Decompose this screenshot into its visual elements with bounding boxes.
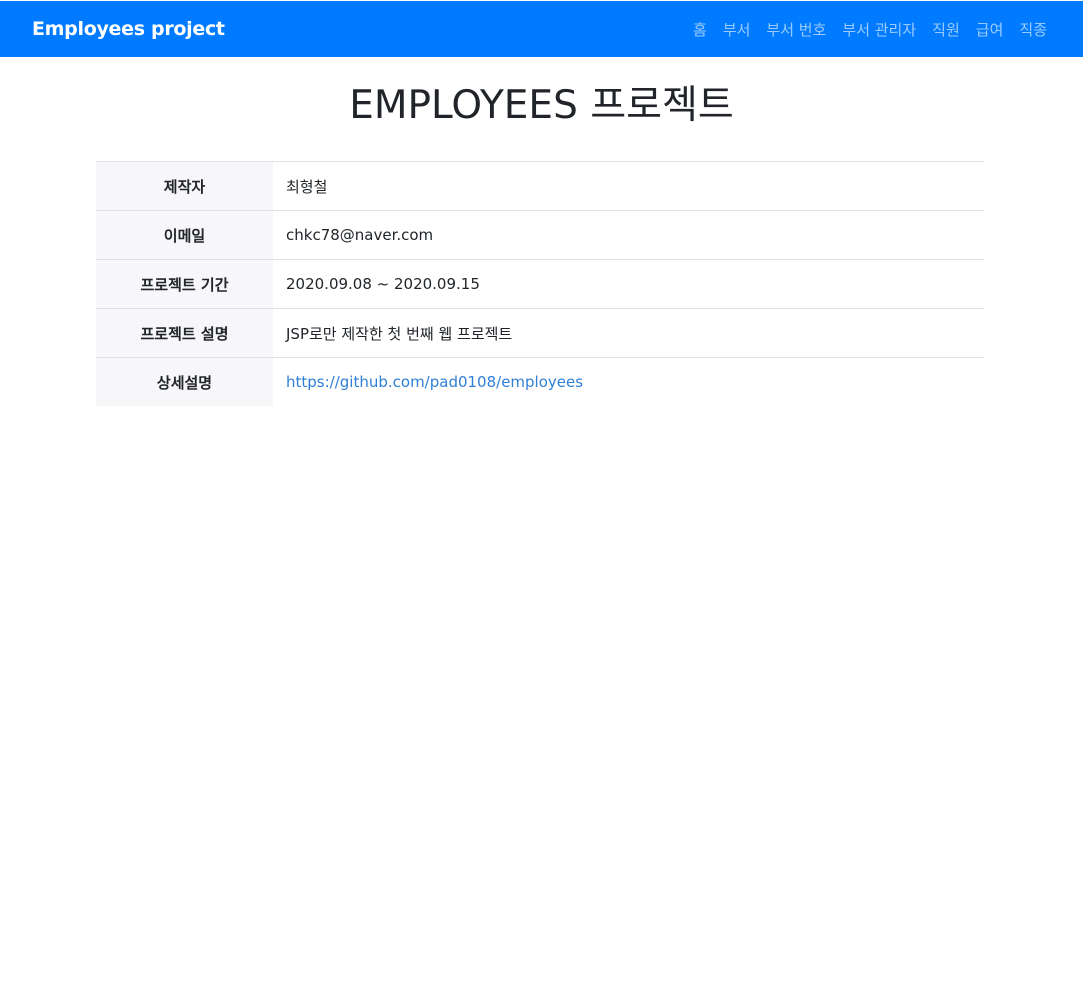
table-row: 프로젝트 기간 2020.09.08 ~ 2020.09.15: [96, 259, 984, 309]
row-label-author: 제작자: [96, 161, 273, 211]
row-label-email: 이메일: [96, 210, 273, 260]
table-row: 프로젝트 설명 JSP로만 제작한 첫 번째 웹 프로젝트: [96, 308, 984, 358]
row-value-description: JSP로만 제작한 첫 번째 웹 프로젝트: [273, 308, 984, 358]
row-value-email: chkc78@naver.com: [273, 210, 984, 260]
nav-link-department-number[interactable]: 부서 번호: [766, 19, 826, 40]
table-row: 제작자 최형철: [96, 161, 984, 211]
nav-link-home[interactable]: 홈: [693, 19, 707, 40]
nav-links: 홈 부서 부서 번호 부서 관리자 직원 급여 직종: [677, 1, 1047, 57]
row-label-period: 프로젝트 기간: [96, 259, 273, 309]
brand-logo[interactable]: Employees project: [32, 1, 225, 57]
row-value-author: 최형철: [273, 161, 984, 211]
project-info-table: 제작자 최형철 이메일 chkc78@naver.com 프로젝트 기간 202…: [96, 161, 984, 406]
row-value-period: 2020.09.08 ~ 2020.09.15: [273, 259, 984, 309]
page-title: EMPLOYEES 프로젝트: [349, 83, 734, 128]
nav-link-employees[interactable]: 직원: [932, 19, 960, 40]
top-navbar: Employees project 홈 부서 부서 번호 부서 관리자 직원 급…: [0, 1, 1083, 57]
nav-link-titles[interactable]: 직종: [1019, 19, 1047, 40]
nav-link-departments[interactable]: 부서: [723, 19, 751, 40]
nav-link-salaries[interactable]: 급여: [976, 19, 1004, 40]
row-label-description: 프로젝트 설명: [96, 308, 273, 358]
row-label-details: 상세설명: [96, 357, 273, 406]
row-value-details: https://github.com/pad0108/employees: [273, 357, 984, 406]
github-link[interactable]: https://github.com/pad0108/employees: [286, 373, 583, 391]
table-row: 이메일 chkc78@naver.com: [96, 210, 984, 260]
nav-link-department-manager[interactable]: 부서 관리자: [842, 19, 916, 40]
table-row: 상세설명 https://github.com/pad0108/employee…: [96, 357, 984, 406]
